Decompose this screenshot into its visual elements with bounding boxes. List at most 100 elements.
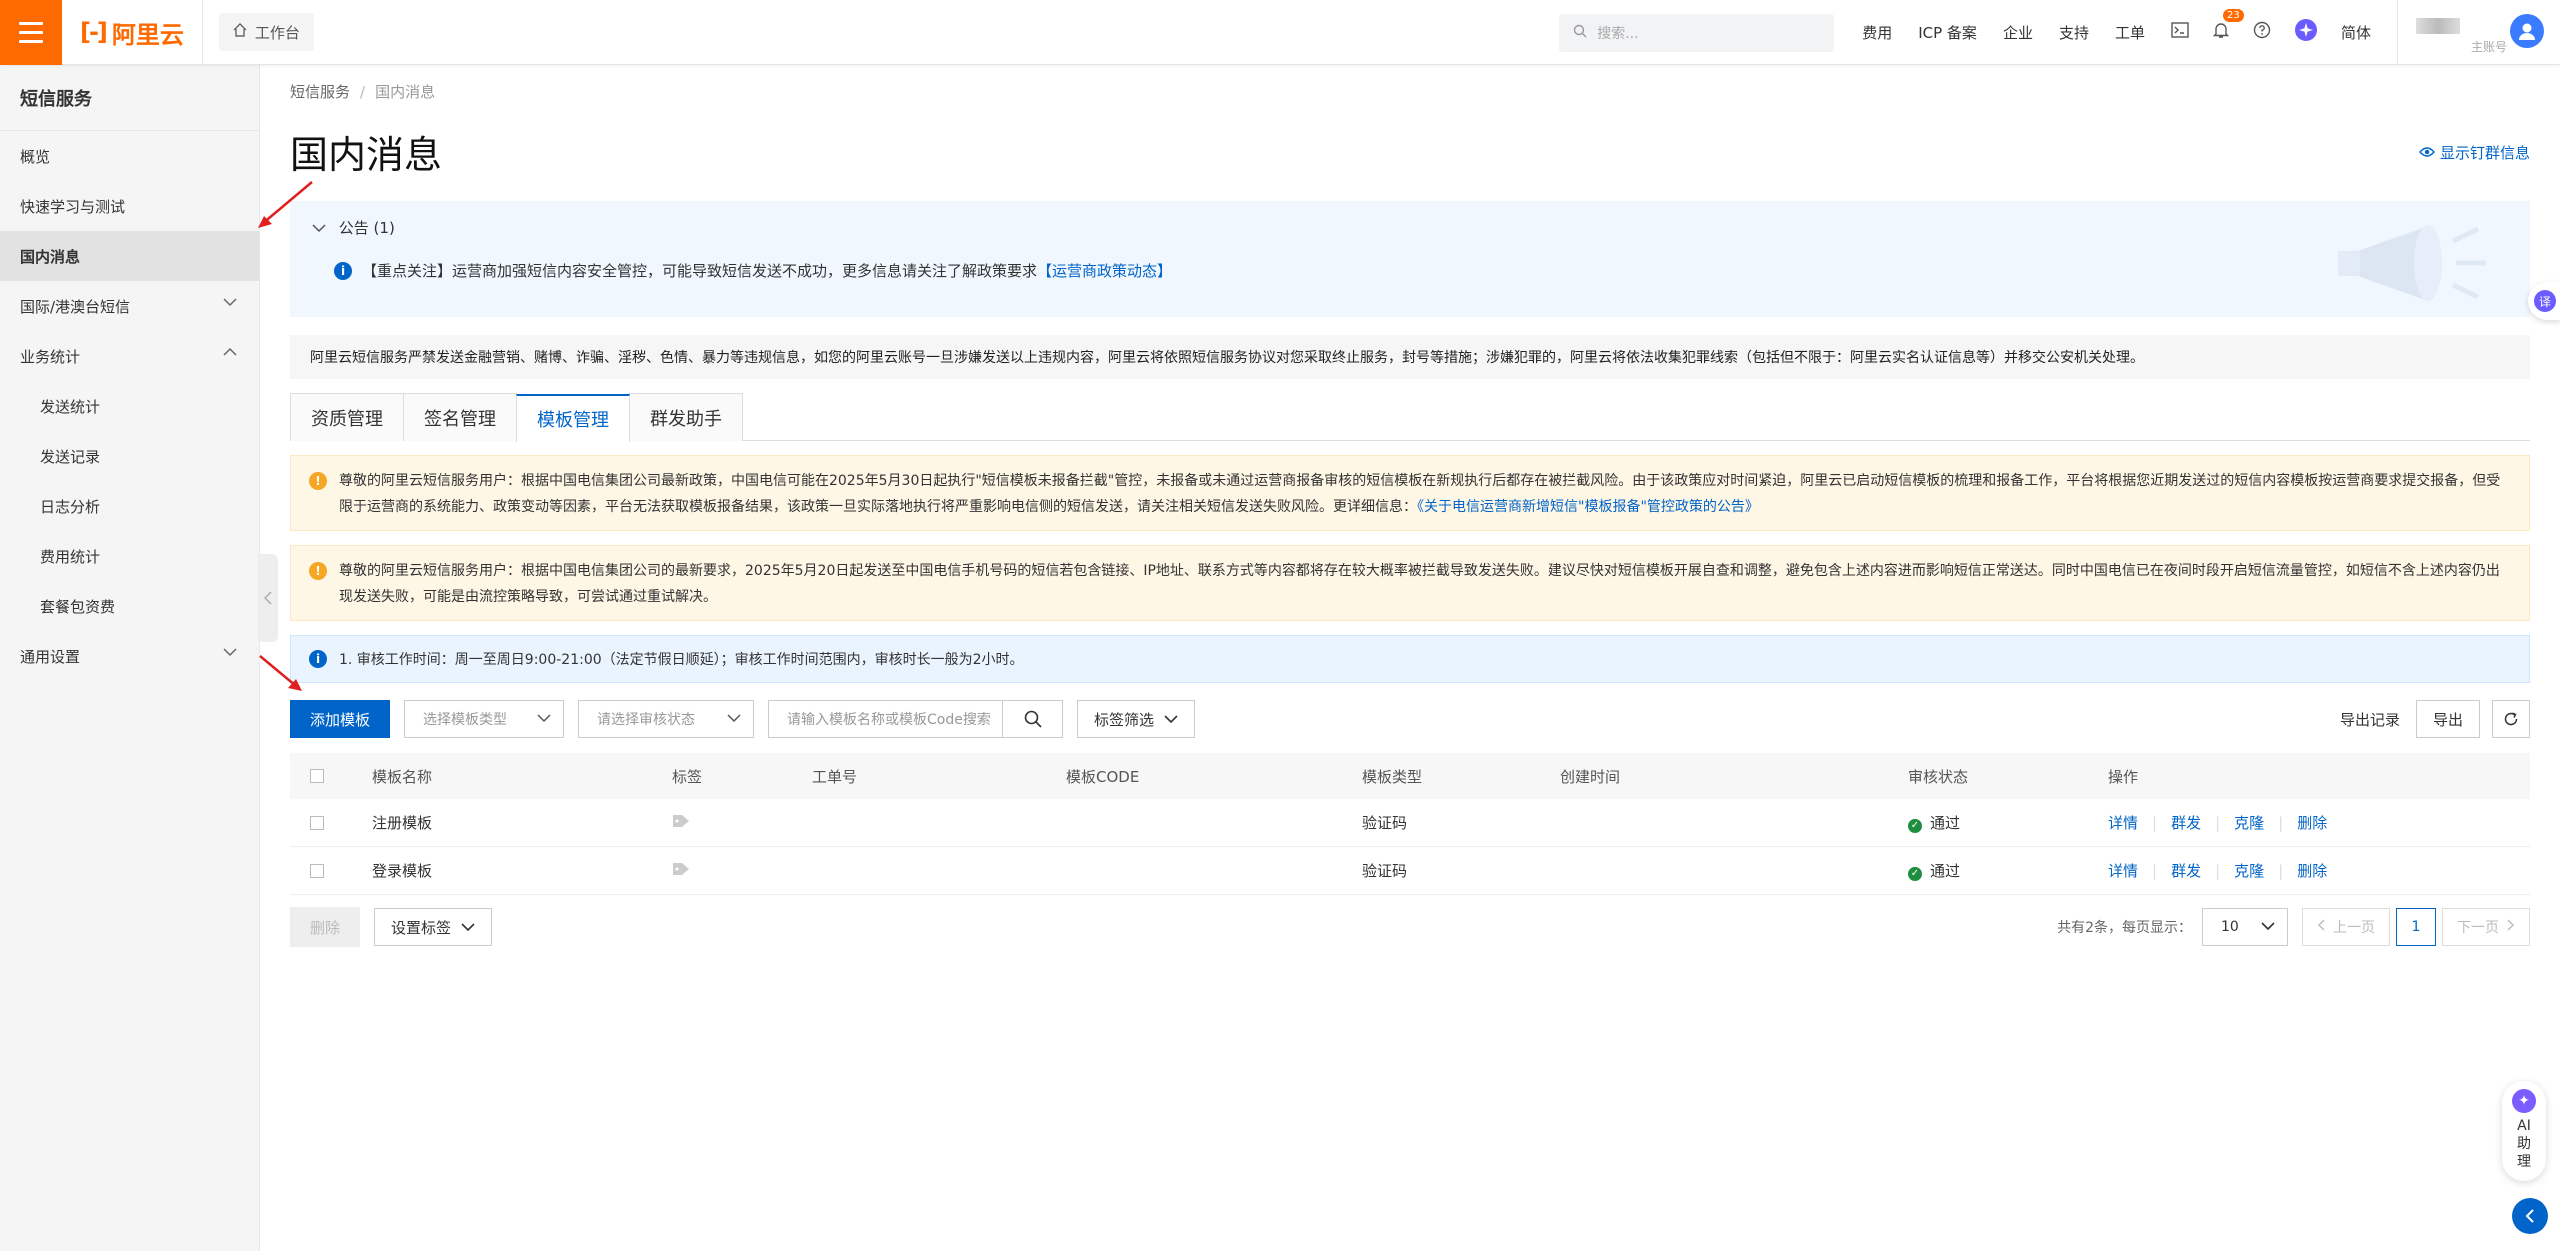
row-checkbox[interactable] — [310, 863, 324, 878]
template-search-input[interactable]: 请输入模板名称或模板Code搜索 — [768, 700, 1064, 738]
page-number-current[interactable]: 1 — [2396, 908, 2436, 946]
sidebar-item-overview[interactable]: 概览 — [0, 131, 259, 181]
warning-icon: ! — [309, 472, 327, 490]
page-size-select[interactable]: 10 — [2202, 908, 2288, 946]
review-status-select[interactable]: 请选择审核状态 — [578, 700, 755, 738]
next-page-button[interactable]: 下一页 — [2442, 908, 2530, 946]
set-tag-button[interactable]: 设置标签 — [374, 908, 493, 946]
nav-link-fees[interactable]: 费用 — [1862, 22, 1892, 43]
review-status: ✓ 通过 — [1908, 860, 1960, 881]
workbench-button[interactable]: 工作台 — [218, 13, 314, 51]
tab-template[interactable]: 模板管理 — [516, 394, 630, 442]
aliyun-logo[interactable]: [-] 阿里云 — [80, 15, 184, 50]
breadcrumb: 短信服务 / 国内消息 — [290, 81, 2530, 102]
top-bar: [-] 阿里云 工作台 搜索... 费用 ICP 备案 企业 支持 工单 23 — [0, 0, 2560, 65]
action-separator: | — [2215, 814, 2221, 832]
collapse-widget-button[interactable] — [2512, 1198, 2548, 1234]
sidebar-item-general-settings[interactable]: 通用设置 — [0, 631, 259, 681]
translate-widget[interactable]: 译 — [2528, 282, 2560, 320]
review-hours-info: i 1. 审核工作时间：周一至周日9:00-21:00（法定节假日顺延）；审核工… — [290, 635, 2530, 683]
search-placeholder: 请输入模板名称或模板Code搜索 — [787, 712, 991, 728]
sidebar-item-stats[interactable]: 业务统计 — [0, 331, 259, 381]
logo-bracket-icon: [-] — [80, 18, 108, 46]
user-menu[interactable]: 主账号 — [2397, 0, 2560, 65]
row-checkbox[interactable] — [310, 815, 324, 830]
export-record-link[interactable]: 导出记录 — [2340, 709, 2400, 730]
bulk-delete-button[interactable]: 删除 — [290, 907, 361, 947]
show-dingtalk-link[interactable]: 显示钉群信息 — [2419, 142, 2530, 163]
breadcrumb-separator: / — [360, 83, 366, 101]
add-template-button[interactable]: 添加模板 — [290, 700, 391, 738]
sidebar-item-quick-learn[interactable]: 快速学习与测试 — [0, 181, 259, 231]
tag-icon[interactable] — [672, 813, 690, 832]
refresh-button[interactable] — [2492, 700, 2530, 738]
check-icon: ✓ — [1908, 818, 1922, 833]
avatar[interactable] — [2510, 14, 2544, 48]
announcement-header[interactable]: 公告 (1) — [290, 201, 2530, 238]
detail-link[interactable]: 详情 — [2108, 862, 2138, 880]
detail-link[interactable]: 详情 — [2108, 814, 2138, 832]
sidebar-item-domestic[interactable]: 国内消息 — [0, 231, 259, 281]
sidebar-item-send-stats[interactable]: 发送统计 — [0, 381, 259, 431]
table-row: 登录模板 验证码 ✓ 通过 详情 | 群发 | 克隆 | 删除 — [290, 847, 2530, 895]
tag-filter-button[interactable]: 标签筛选 — [1077, 700, 1196, 738]
chevron-left-icon — [2525, 1209, 2534, 1223]
select-placeholder: 选择模板类型 — [423, 712, 508, 728]
sidebar-item-label: 国际/港澳台短信 — [20, 297, 131, 316]
nav-link-icp[interactable]: ICP 备案 — [1918, 22, 1977, 43]
sidebar-item-fee-stats[interactable]: 费用统计 — [0, 531, 259, 581]
search-icon — [1024, 710, 1042, 728]
menu-icon[interactable] — [0, 0, 62, 65]
tab-qualification[interactable]: 资质管理 — [290, 393, 404, 441]
sidebar-item-log-analysis[interactable]: 日志分析 — [0, 481, 259, 531]
tab-bulk-send[interactable]: 群发助手 — [629, 393, 743, 441]
template-type-select[interactable]: 选择模板类型 — [404, 700, 565, 738]
compliance-warning: 阿里云短信服务严禁发送金融营销、赌博、诈骗、淫秽、色情、暴力等违规信息，如您的阿… — [290, 335, 2530, 379]
table-row: 注册模板 验证码 ✓ 通过 详情 | 群发 | 克隆 | 删除 — [290, 799, 2530, 847]
delete-link[interactable]: 删除 — [2297, 814, 2327, 832]
megaphone-icon — [2338, 225, 2486, 301]
nav-link-ticket[interactable]: 工单 — [2115, 22, 2145, 43]
action-separator: | — [2278, 814, 2284, 832]
sidebar-collapse-handle[interactable] — [258, 554, 278, 642]
delete-link[interactable]: 删除 — [2297, 862, 2327, 880]
search-icon — [1573, 24, 1587, 42]
global-search-input[interactable]: 搜索... — [1559, 13, 1835, 52]
sidebar-item-label: 快速学习与测试 — [20, 197, 126, 216]
bell-icon[interactable]: 23 — [2212, 9, 2244, 44]
clone-link[interactable]: 克隆 — [2234, 814, 2264, 832]
nav-link-support[interactable]: 支持 — [2059, 22, 2089, 43]
search-button[interactable] — [1002, 701, 1062, 737]
policy-link[interactable]: 【运营商政策动态】 — [1037, 260, 1172, 281]
select-all-checkbox[interactable] — [310, 769, 324, 783]
clone-link[interactable]: 克隆 — [2234, 862, 2264, 880]
sidebar-item-label: 套餐包资费 — [40, 597, 116, 616]
workbench-label: 工作台 — [254, 23, 300, 42]
terminal-icon[interactable] — [2171, 22, 2189, 43]
export-button[interactable]: 导出 — [2415, 700, 2480, 738]
language-switch[interactable]: 简体 — [2341, 22, 2371, 43]
telecom-policy-alert: ! 尊敬的阿里云短信服务用户：根据中国电信集团公司最新政策，中国电信可能在202… — [290, 455, 2530, 531]
breadcrumb-current: 国内消息 — [375, 83, 436, 101]
bulk-send-link[interactable]: 群发 — [2171, 862, 2201, 880]
ai-helper-widget[interactable]: ✦ AI助理 — [2502, 1081, 2546, 1181]
tag-icon[interactable] — [672, 861, 690, 880]
sidebar-item-label: 发送统计 — [40, 397, 101, 416]
policy-announcement-link[interactable]: 《关于电信运营商新增短信"模板报备"管控政策的公告》 — [1417, 499, 1759, 515]
prev-page-button[interactable]: 上一页 — [2302, 908, 2390, 946]
template-type: 验证码 — [1362, 814, 1408, 832]
nav-link-enterprise[interactable]: 企业 — [2003, 22, 2033, 43]
ai-assistant-icon[interactable] — [2294, 19, 2317, 46]
sidebar-item-send-records[interactable]: 发送记录 — [0, 431, 259, 481]
eye-icon — [2419, 144, 2436, 162]
sidebar-item-package-fees[interactable]: 套餐包资费 — [0, 581, 259, 631]
sidebar-item-international[interactable]: 国际/港澳台短信 — [0, 281, 259, 331]
tab-signature[interactable]: 签名管理 — [403, 393, 517, 441]
review-status: ✓ 通过 — [1908, 812, 1960, 833]
chevron-left-icon — [2317, 919, 2325, 935]
breadcrumb-root[interactable]: 短信服务 — [290, 83, 350, 101]
bulk-send-link[interactable]: 群发 — [2171, 814, 2201, 832]
chevron-down-icon — [223, 295, 237, 311]
help-icon[interactable] — [2253, 21, 2271, 44]
announcement-item: i 【重点关注】运营商加强短信内容安全管控，可能导致短信发送不成功，更多信息请关… — [290, 238, 2530, 281]
